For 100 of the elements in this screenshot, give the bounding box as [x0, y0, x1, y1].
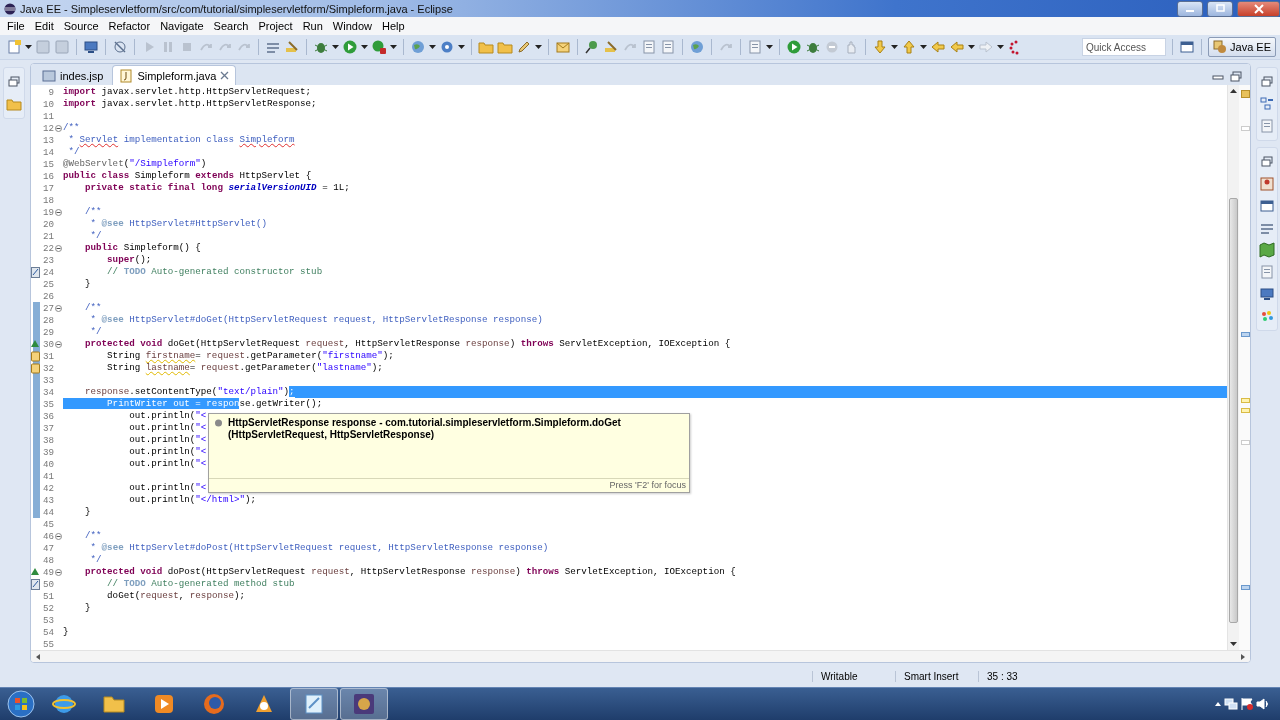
code-line: public Simpleform() {: [84, 242, 201, 253]
code-line: response.setContentType("text/plain");: [84, 386, 295, 397]
code-line: out.println("</html>");: [128, 494, 256, 505]
notepad-icon[interactable]: [302, 692, 326, 716]
page-icon[interactable]: [1258, 118, 1275, 134]
menu-item[interactable]: Edit: [29, 20, 59, 32]
menu-item[interactable]: Refactor: [103, 20, 156, 32]
file-icon: [42, 68, 56, 83]
pin-icon[interactable]: [584, 39, 600, 55]
menu-item[interactable]: File: [2, 20, 30, 32]
console-icon[interactable]: [83, 39, 99, 55]
restore-icon[interactable]: [1258, 154, 1275, 170]
menu-item[interactable]: Window: [327, 20, 377, 32]
overview-marker[interactable]: [1241, 440, 1250, 445]
restore-icon[interactable]: [1228, 69, 1244, 85]
status-text: Writable: [812, 670, 895, 682]
menu-item[interactable]: Help: [377, 20, 410, 32]
skip-breakpoints-icon[interactable]: [112, 39, 128, 55]
line-number: 37: [42, 422, 54, 434]
line-number: 30: [42, 338, 54, 350]
menu-item[interactable]: Run: [297, 20, 328, 32]
page-icon[interactable]: [641, 39, 657, 55]
scroll-down-icon[interactable]: [1229, 639, 1238, 648]
collapse-icon[interactable]: [54, 244, 62, 252]
quick-access-field[interactable]: Quick Access: [1082, 38, 1167, 56]
flag-icon[interactable]: [1240, 697, 1254, 711]
code-line: super();: [106, 254, 152, 265]
code-line: public class Simpleform extends HttpServlet {: [63, 170, 312, 181]
browser-icon[interactable]: [202, 692, 226, 716]
collapse-icon[interactable]: [54, 124, 62, 132]
network-icon[interactable]: [1224, 697, 1238, 711]
collapse-icon[interactable]: [54, 304, 62, 312]
pencil-icon[interactable]: [516, 39, 532, 55]
collapse-icon[interactable]: [54, 568, 62, 576]
line-number: 40: [42, 458, 54, 470]
scroll-up-icon[interactable]: [1229, 87, 1238, 96]
code-line: }: [84, 278, 91, 289]
collapse-icon[interactable]: [54, 532, 62, 540]
code-line: */: [67, 146, 80, 157]
code-line: // TODO Auto-generated constructor stub: [106, 266, 323, 277]
code-line: String firstname= request.getParameter("firstname");: [106, 350, 394, 361]
person-card-icon[interactable]: [1258, 176, 1275, 192]
menu-item[interactable]: Search: [208, 20, 254, 32]
start-button[interactable]: [4, 689, 38, 719]
overview-marker[interactable]: [1241, 398, 1250, 403]
code-line: protected void doPost(HttpServletRequest request, HttpServletResponse response) throws ServletException, IOException {: [84, 566, 736, 577]
line-number: 43: [42, 494, 54, 506]
monitor-icon[interactable]: [1258, 286, 1275, 302]
line-number: 39: [42, 446, 54, 458]
code-line: out.println("<: [128, 422, 207, 433]
perspective-button[interactable]: Java EE: [1208, 37, 1276, 57]
run-server-icon[interactable]: [371, 39, 387, 55]
line-number: 24: [42, 266, 54, 278]
scroll-left-icon[interactable]: [35, 652, 41, 661]
line-number: 22: [42, 242, 54, 254]
globe-icon[interactable]: [689, 39, 705, 55]
menu-item[interactable]: Source: [58, 20, 104, 32]
page-icon[interactable]: [1258, 264, 1275, 280]
eclipse-icon[interactable]: [352, 692, 376, 716]
restore-icon[interactable]: [1258, 74, 1275, 90]
line-number: 20: [42, 218, 54, 230]
code-line: /**: [84, 530, 102, 541]
code-line: String lastname= request.getParameter("lastname");: [106, 362, 383, 373]
envelope-icon[interactable]: [555, 39, 571, 55]
line-number: 46: [42, 530, 54, 542]
code-line: }: [84, 602, 91, 613]
window-icon[interactable]: [1258, 198, 1275, 214]
menu-item[interactable]: Navigate: [155, 20, 209, 32]
line-number: 54: [42, 626, 54, 638]
speaker-icon[interactable]: [1256, 697, 1270, 711]
line-number: 42: [42, 482, 54, 494]
brush-icon[interactable]: [603, 39, 619, 55]
media-player-icon[interactable]: [152, 692, 176, 716]
menu-item[interactable]: Project: [253, 20, 298, 32]
map-icon[interactable]: [1258, 242, 1275, 258]
collapse-icon[interactable]: [54, 208, 62, 216]
vertical-scrollbar[interactable]: [1227, 85, 1239, 650]
restore-icon[interactable]: [6, 74, 22, 90]
line-number: 25: [42, 278, 54, 290]
overview-marker[interactable]: [1241, 126, 1250, 131]
overview-marker[interactable]: [1241, 408, 1250, 413]
run-icon[interactable]: [786, 39, 802, 55]
collapse-icon[interactable]: [54, 340, 62, 348]
overview-marker[interactable]: [1241, 332, 1250, 337]
open-perspective-icon[interactable]: [1179, 39, 1196, 55]
code-line: import javax.servlet.http.HttpServletRequest;: [63, 86, 312, 97]
code-line: /**: [84, 302, 102, 313]
brush-icon[interactable]: [284, 39, 300, 55]
page-icon[interactable]: [660, 39, 676, 55]
editor-tab[interactable]: Simpleform.java: [112, 65, 237, 85]
browser-icon[interactable]: [52, 692, 76, 716]
horizontal-scrollbar[interactable]: [31, 650, 1250, 662]
overview-marker[interactable]: [1241, 585, 1250, 590]
close-icon[interactable]: [220, 71, 230, 80]
line-number: 31: [42, 350, 54, 362]
code-line: PrintWriter out = response.getWriter();: [63, 398, 323, 409]
scroll-right-icon[interactable]: [1240, 652, 1246, 661]
overview-marker[interactable]: [1241, 90, 1250, 98]
editor-tab[interactable]: indes.jsp: [35, 65, 111, 85]
outline-icon[interactable]: [1258, 96, 1275, 112]
